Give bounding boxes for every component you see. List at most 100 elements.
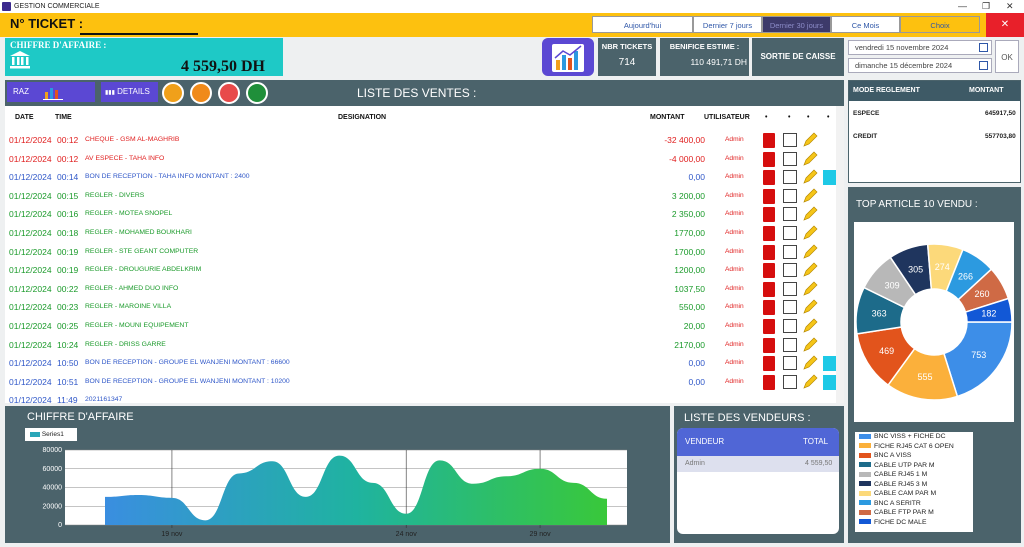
print-icon[interactable]: [783, 244, 797, 259]
delete-icon[interactable]: [763, 281, 775, 297]
edit-icon[interactable]: [802, 151, 818, 167]
table-row[interactable]: 01/12/2024 10:24 REGLER - DRISS GARRE 2170,…: [5, 336, 844, 355]
profit-value: 110 491,71 DH: [690, 57, 747, 67]
table-row[interactable]: 01/12/2024 00:12 AV ESPECE - TAHA INFO -4 0…: [5, 150, 844, 169]
row-montant: 550,00: [679, 302, 705, 313]
table-row[interactable]: 01/12/2024 00:18 REGLER - MOHAMED BOUKHARI…: [5, 224, 844, 243]
edit-icon[interactable]: [802, 281, 818, 297]
row-designation: REGLER - MOHAMED BOUKHARI: [85, 229, 192, 236]
edit-icon[interactable]: [802, 225, 818, 241]
table-row[interactable]: 01/12/2024 00:19 REGLER - STE GEANT COMPUT…: [5, 243, 844, 262]
table-row[interactable]: 01/12/2024 00:19 REGLER - DROUGURIE ABDELK…: [5, 261, 844, 280]
delete-icon[interactable]: [763, 151, 775, 167]
table-row[interactable]: 01/12/2024 00:25 REGLER - MOUNI EQUIPEMENT…: [5, 317, 844, 336]
close-button[interactable]: ✕: [986, 13, 1024, 37]
delete-icon[interactable]: [763, 263, 775, 279]
top-legend: BNC VISS + FICHE DC FICHE RJ45 CAT 6 OPEN…: [855, 432, 973, 532]
period-choice[interactable]: Choix: [900, 16, 980, 33]
table-row[interactable]: 01/12/2024 00:22 REGLER - AHMED DUO INFO 10…: [5, 280, 844, 299]
edit-icon[interactable]: [802, 244, 818, 260]
legend-swatch: [859, 452, 871, 458]
calendar-icon[interactable]: [979, 43, 988, 52]
delete-icon[interactable]: [763, 244, 775, 260]
table-row[interactable]: 01/12/2024 00:12 CHEQUE - GSM AL-MAGHRIB -3…: [5, 131, 844, 150]
delete-icon[interactable]: [763, 319, 775, 334]
printer-icon[interactable]: [190, 82, 212, 104]
delete-icon[interactable]: [763, 374, 775, 390]
table-row[interactable]: 01/12/2024 00:16 REGLER - MOTEA SNOPEL 2 35…: [5, 205, 844, 224]
edit-icon[interactable]: [802, 169, 818, 185]
period-this-month[interactable]: Ce Mois: [831, 16, 900, 33]
print-icon[interactable]: [783, 188, 797, 203]
period-7-days[interactable]: Dernier 7 jours: [693, 16, 762, 33]
print-icon[interactable]: [783, 226, 797, 240]
payment-row[interactable]: ESPECE 645917,50: [849, 101, 1020, 123]
maximize-icon[interactable]: ❐: [982, 0, 990, 13]
print-icon[interactable]: [783, 263, 797, 278]
excel-icon[interactable]: [246, 82, 268, 104]
revenue-label: CHIFFRE D'AFFAIRE :: [10, 40, 107, 50]
stats-chart-icon[interactable]: [542, 38, 594, 76]
delete-icon[interactable]: [763, 133, 775, 148]
table-row[interactable]: 01/12/2024 10:50 BON DE RECEPTION - GROUPE…: [5, 354, 844, 373]
edit-icon[interactable]: [802, 188, 818, 204]
edit-icon[interactable]: [802, 337, 818, 353]
delete-icon[interactable]: [763, 356, 775, 372]
table-row[interactable]: 01/12/2024 00:14 BON DE RECEPTION - TAHA I…: [5, 168, 844, 187]
row-designation: 2021161347: [85, 396, 123, 403]
date-to-field[interactable]: dimanche 15 décembre 2024: [848, 58, 992, 73]
cash-out-button[interactable]: SORTIE DE CAISSE: [752, 38, 844, 76]
ok-button[interactable]: OK: [995, 40, 1019, 73]
print-icon[interactable]: [783, 170, 797, 185]
legend-swatch: [859, 519, 871, 525]
vendor-row[interactable]: Admin 4 559,50: [677, 456, 839, 472]
edit-icon[interactable]: [802, 262, 818, 278]
print-icon[interactable]: [783, 300, 797, 315]
delete-icon[interactable]: [763, 300, 775, 316]
window-close-icon[interactable]: ✕: [1006, 0, 1014, 13]
table-row[interactable]: 01/12/2024 00:23 REGLER - MAROINE VILLA 550…: [5, 298, 844, 317]
calendar-icon[interactable]: [979, 61, 988, 70]
delete-icon[interactable]: [763, 226, 775, 241]
delete-icon[interactable]: [763, 188, 775, 204]
row-date: 01/12/2024: [9, 321, 52, 331]
edit-icon[interactable]: [802, 206, 818, 222]
print-icon[interactable]: [783, 207, 797, 222]
row-designation: REGLER - DROUGURIE ABDELKRIM: [85, 266, 202, 274]
print-icon[interactable]: [783, 374, 797, 389]
row-time: 00:12: [57, 153, 79, 164]
period-today[interactable]: Aujourd'hui: [592, 16, 693, 33]
print-icon[interactable]: [783, 151, 797, 166]
edit-icon[interactable]: [802, 299, 818, 315]
col-b: •: [788, 114, 791, 121]
payment-row[interactable]: CREDIT 557703,80: [849, 123, 1020, 145]
print-icon[interactable]: [783, 319, 797, 333]
row-time: 10:24: [57, 339, 79, 350]
edit-icon[interactable]: [802, 132, 818, 148]
ticket-input[interactable]: [80, 33, 198, 35]
row-user: Admin: [725, 173, 744, 181]
print-icon[interactable]: [783, 356, 797, 371]
print-icon[interactable]: [783, 337, 797, 352]
report-icon[interactable]: [162, 82, 184, 104]
print-icon[interactable]: [783, 281, 797, 296]
minimize-icon[interactable]: —: [958, 0, 967, 13]
delete-icon[interactable]: [763, 170, 775, 186]
date-from-field[interactable]: vendredi 15 novembre 2024: [848, 40, 992, 55]
edit-icon[interactable]: [802, 355, 818, 371]
period-30-days[interactable]: Dernier 30 jours: [762, 16, 831, 33]
legend-item: BNC A SERITR: [855, 499, 973, 509]
table-scrollbar[interactable]: [836, 106, 844, 403]
print-icon[interactable]: [783, 133, 797, 147]
table-row[interactable]: 01/12/2024 10:51 BON DE RECEPTION - GROUPE…: [5, 373, 844, 392]
raz-button[interactable]: RAZ: [7, 82, 95, 102]
table-row[interactable]: 01/12/2024 11:49 2021161347: [5, 391, 844, 403]
edit-icon[interactable]: [802, 374, 818, 390]
details-button[interactable]: ▮▮▮ DETAILS ...: [101, 82, 158, 117]
table-row[interactable]: 01/12/2024 00:15 REGLER - DIVERS 3 200,00 Ad…: [5, 187, 844, 206]
delete-icon[interactable]: [763, 207, 775, 223]
chart-legend: Series1: [25, 428, 77, 441]
transfer-icon[interactable]: [218, 82, 240, 104]
edit-icon[interactable]: [802, 318, 818, 334]
delete-icon[interactable]: [763, 337, 775, 353]
